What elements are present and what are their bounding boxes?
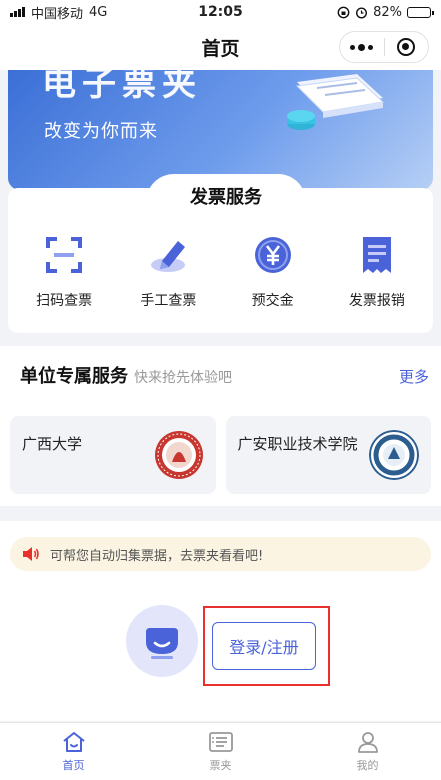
tab-mine[interactable]: 我的	[294, 723, 441, 780]
banner-subtitle: 改变为你而来	[44, 121, 158, 142]
service-scan[interactable]: 扫码查票	[14, 234, 114, 310]
person-icon	[357, 731, 378, 753]
service-reimburse-label: 发票报销	[348, 293, 405, 309]
unit-services-subtitle: 快来抢先体验吧	[134, 370, 232, 386]
tab-mine-label: 我的	[356, 758, 379, 772]
tab-home[interactable]: 首页	[0, 723, 147, 780]
unit-services-header: 单位专属服务 快来抢先体验吧 更多	[20, 362, 429, 388]
more-link[interactable]: 更多	[399, 366, 429, 387]
service-manual-label: 手工查票	[140, 293, 197, 309]
scan-icon	[43, 234, 85, 276]
unit-services-title: 单位专属服务	[20, 366, 128, 387]
status-bar: 中国移动 4G 12:05 82%	[0, 0, 441, 24]
status-right: 82%	[337, 4, 434, 20]
tab-home-label: 首页	[62, 758, 85, 772]
home-icon	[62, 731, 85, 752]
tab-ticket-folder[interactable]: 票夹	[147, 723, 294, 780]
receipt-icon	[356, 234, 398, 276]
more-dots-icon	[350, 43, 374, 51]
close-mini-program-button[interactable]	[385, 32, 429, 62]
unit-services-card: 单位专属服务 快来抢先体验吧 更多 广西大学 广安职业技术学院	[0, 346, 441, 506]
promo-banner[interactable]: 电子票夹 改变为你而来	[8, 70, 433, 190]
battery-icon	[407, 6, 434, 18]
highlight-box	[203, 606, 330, 686]
speaker-icon	[23, 547, 39, 561]
page-title: 首页	[201, 37, 240, 60]
yen-coin-icon	[252, 234, 294, 276]
signal-icon	[10, 7, 25, 17]
tab-bar: 首页 票夹 我的	[0, 722, 441, 780]
network-label: 4G	[89, 4, 108, 20]
service-reimburse[interactable]: 发票报销	[327, 234, 427, 310]
target-circle-icon	[397, 38, 416, 56]
notice-text: 可帮您自动归集票据，去票夹看看吧!	[50, 548, 264, 564]
status-left: 中国移动 4G	[10, 3, 107, 22]
invoice-stack-illustration	[287, 74, 385, 130]
nav-bar: 首页	[0, 24, 441, 70]
service-deposit-label: 预交金	[251, 293, 294, 309]
services-title-tab: 发票服务	[146, 174, 306, 218]
unit-name: 广安职业技术学院	[237, 435, 358, 453]
ticket-folder-icon	[208, 731, 233, 752]
unit-item-guangan-vocational[interactable]: 广安职业技术学院	[225, 416, 431, 494]
service-grid: 扫码查票 手工查票 预交金 发票报销	[8, 234, 433, 310]
service-manual[interactable]: 手工查票	[118, 234, 218, 310]
carrier-label: 中国移动	[31, 6, 84, 22]
guangan-vocational-college-logo	[369, 430, 419, 480]
user-avatar-icon	[146, 628, 178, 659]
battery-percent: 82%	[373, 4, 402, 20]
unit-name: 广西大学	[22, 435, 83, 453]
guangxi-university-logo	[154, 431, 203, 479]
service-deposit[interactable]: 预交金	[223, 234, 323, 310]
rotation-lock-icon	[337, 6, 350, 18]
banner-headline: 电子票夹	[42, 70, 202, 104]
services-title: 发票服务	[190, 187, 262, 208]
service-scan-label: 扫码查票	[36, 293, 93, 309]
invoice-services-card: 发票服务 扫码查票 手工查票 预交金 发票报销	[8, 174, 433, 333]
unit-grid: 广西大学 广安职业技术学院	[10, 416, 431, 494]
unit-item-guangxi-university[interactable]: 广西大学	[10, 416, 216, 494]
tab-ticket-folder-label: 票夹	[209, 758, 232, 772]
more-menu-button[interactable]	[340, 32, 384, 62]
notice-bar[interactable]: 可帮您自动归集票据，去票夹看看吧!	[10, 537, 431, 571]
pen-icon	[147, 234, 189, 276]
mini-program-capsule	[339, 31, 429, 63]
avatar	[126, 605, 198, 677]
alarm-icon	[356, 6, 368, 19]
